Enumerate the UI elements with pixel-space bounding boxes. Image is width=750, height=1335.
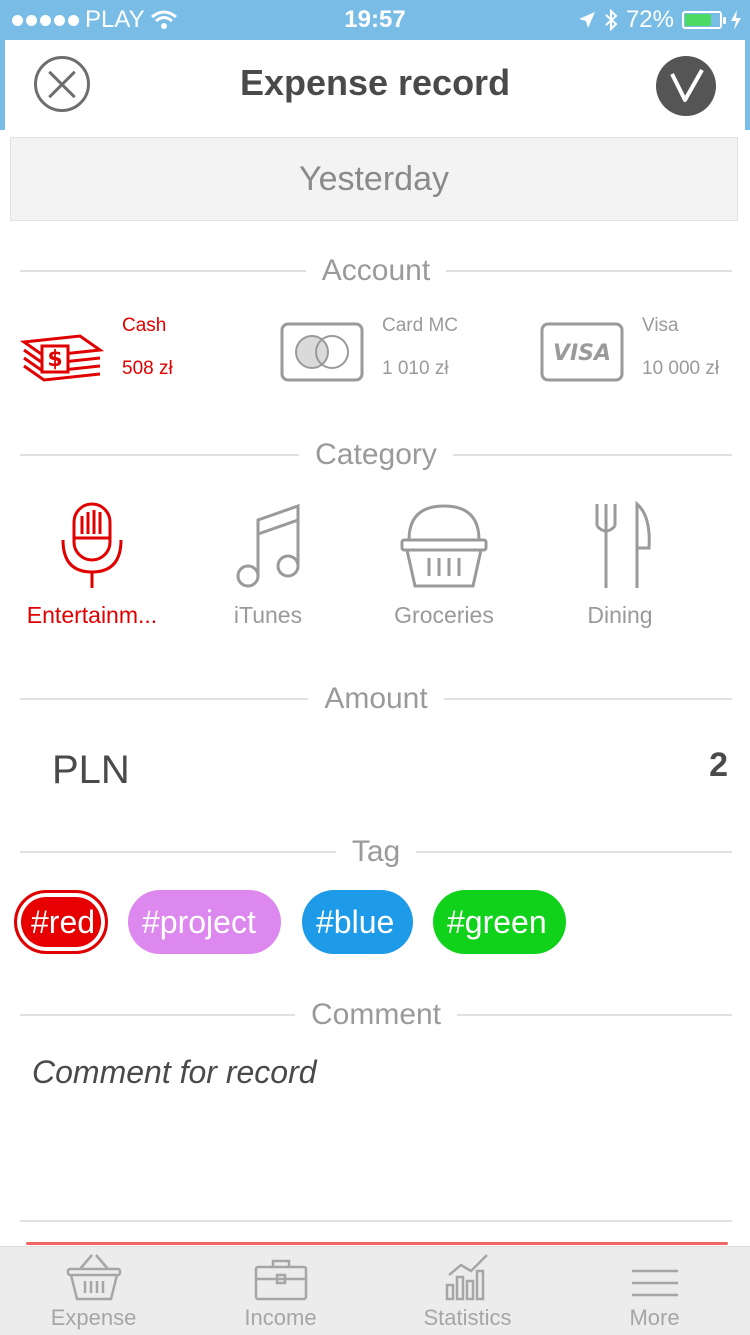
tag-project[interactable]: #project [128, 890, 281, 954]
category-itunes[interactable]: iTunes [188, 500, 348, 629]
account-balance: 508 zł [122, 358, 173, 379]
fork-knife-icon [595, 500, 651, 588]
account-name: Cash [122, 315, 167, 336]
tag-red[interactable]: #red [14, 890, 108, 954]
category-section-title: Category [20, 438, 733, 472]
category-label: Groceries [394, 602, 494, 628]
mastercard-icon [280, 322, 364, 382]
tab-statistics[interactable]: Statistics [374, 1247, 561, 1335]
music-note-icon [236, 503, 300, 588]
category-label: Entertainm... [26, 602, 158, 628]
briefcase-icon [254, 1259, 307, 1301]
bluetooth-icon [605, 9, 618, 31]
divider [20, 1220, 732, 1222]
visa-card-icon: VISA [540, 322, 624, 382]
page-title: Expense record [239, 62, 511, 103]
category-entertainment[interactable]: Entertainm... [12, 500, 172, 629]
basket-icon [66, 1254, 121, 1301]
visa-logo-text: VISA [553, 341, 611, 366]
location-arrow-icon [578, 12, 595, 28]
date-selector[interactable]: Yesterday [10, 137, 738, 221]
comment-field[interactable]: Comment for record [32, 1054, 317, 1091]
tab-bar: Expense Income Statistics More [0, 1246, 750, 1335]
account-balance: 10 000 zł [642, 358, 720, 379]
cash-icon: $ [20, 334, 104, 382]
tab-label: Income [244, 1305, 317, 1330]
tab-income[interactable]: Income [187, 1247, 374, 1335]
amount-section-title: Amount [20, 682, 733, 716]
checkmark-icon [670, 69, 704, 102]
tag-blue[interactable]: #blue [302, 890, 413, 954]
account-cash[interactable]: $ Cash 508 zł [20, 310, 173, 390]
category-label: iTunes [233, 602, 303, 628]
category-dining[interactable]: Dining [540, 500, 700, 629]
basket-icon [400, 504, 488, 588]
tag-green[interactable]: #green [433, 890, 566, 954]
amount-input[interactable]: 2 [709, 746, 728, 785]
category-groceries[interactable]: Groceries [364, 500, 524, 629]
menu-icon [631, 1269, 678, 1297]
battery-percent: 72% [625, 6, 674, 33]
tab-label: Statistics [423, 1305, 512, 1330]
microphone-icon [61, 502, 123, 588]
confirm-button[interactable] [656, 56, 716, 116]
accent-strip [26, 1242, 728, 1245]
account-balance: 1 010 zł [382, 358, 449, 379]
tab-label: Expense [50, 1305, 137, 1330]
tab-label: More [629, 1305, 680, 1330]
svg-text:$: $ [47, 347, 62, 372]
tab-more[interactable]: More [561, 1247, 748, 1335]
status-bar: PLAY 19:57 72% [0, 0, 750, 40]
tab-expense[interactable]: Expense [0, 1247, 187, 1335]
chart-icon [445, 1254, 488, 1301]
comment-section-title: Comment [20, 998, 733, 1032]
battery-icon [682, 11, 726, 29]
account-name: Visa [642, 315, 679, 336]
tag-section-title: Tag [20, 835, 732, 869]
account-visa[interactable]: VISA Visa 10 000 zł [540, 310, 719, 390]
currency-label[interactable]: PLN [52, 748, 130, 793]
charging-icon [731, 10, 741, 30]
account-section-title: Account [20, 254, 732, 288]
category-label: Dining [587, 602, 653, 628]
account-name: Card MC [382, 315, 459, 336]
status-right: 72% [578, 6, 742, 34]
account-card-mc[interactable]: Card MC 1 010 zł [280, 310, 458, 390]
